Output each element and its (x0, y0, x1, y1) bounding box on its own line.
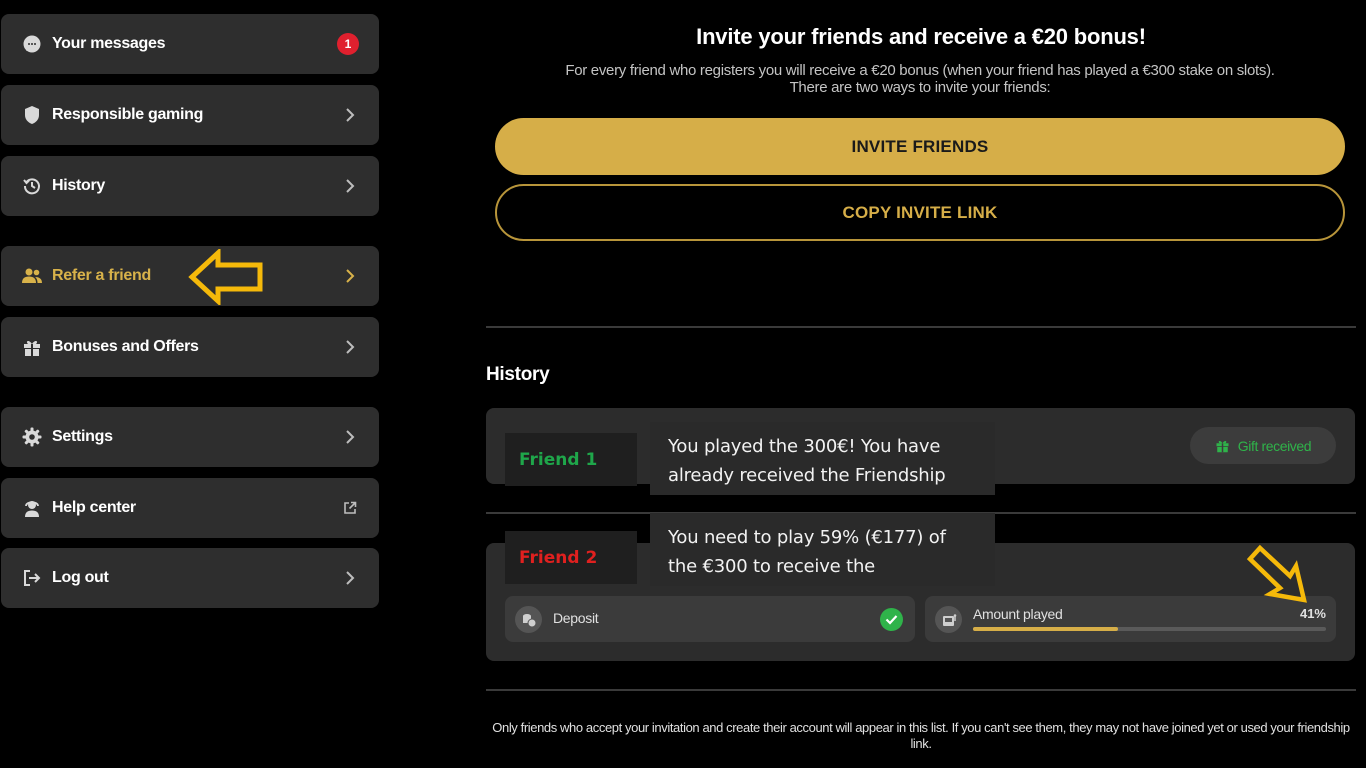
sidebar-item-bonuses-and-offers[interactable]: Bonuses and Offers (1, 317, 379, 377)
left-arrow-annotation-icon (188, 247, 264, 307)
coins-icon (515, 606, 542, 633)
friend-1-status-note: You played the 300€! You have already re… (650, 422, 995, 495)
sidebar-item-responsible-gaming[interactable]: Responsible gaming (1, 85, 379, 145)
shield-icon (21, 104, 43, 126)
sidebar-item-label: Bonuses and Offers (52, 338, 199, 355)
page-title: Invite your friends and receive a €20 bo… (696, 24, 1146, 49)
gift-icon (21, 336, 43, 358)
gift-icon (1215, 438, 1230, 453)
invite-friends-button[interactable]: INVITE FRIENDS (495, 118, 1345, 175)
chevron-right-icon (341, 569, 359, 587)
slot-machine-icon (935, 606, 962, 633)
sidebar-item-messages[interactable]: Your messages 1 (1, 14, 379, 74)
diagonal-arrow-annotation-icon (1246, 544, 1312, 606)
sidebar-item-help-center[interactable]: Help center (1, 478, 379, 538)
sidebar-item-label: Log out (52, 569, 109, 586)
gift-received-label: Gift received (1237, 437, 1312, 454)
logout-icon (21, 567, 43, 589)
friend-1-name: Friend 1 (519, 449, 598, 470)
progress-fill (973, 627, 1118, 631)
sidebar-item-label: Refer a friend (52, 267, 151, 284)
friend-2-label: Friend 2 (505, 531, 637, 584)
history-icon (21, 175, 43, 197)
copy-invite-link-button[interactable]: COPY INVITE LINK (495, 184, 1345, 241)
chevron-right-icon (341, 106, 359, 124)
check-icon (880, 608, 903, 631)
chevron-right-icon (341, 428, 359, 446)
external-link-icon (341, 499, 359, 517)
divider (486, 689, 1356, 691)
gift-received-badge: Gift received (1190, 427, 1336, 464)
gear-icon (21, 426, 43, 448)
divider (486, 326, 1356, 328)
progress-bar (973, 627, 1326, 631)
deposit-label: Deposit (553, 610, 599, 626)
unread-badge: 1 (337, 33, 359, 55)
sidebar-item-label: Your messages (52, 35, 166, 52)
friend-2-name: Friend 2 (519, 547, 598, 568)
progress-percent: 41% (1299, 606, 1326, 621)
sidebar-item-history[interactable]: History (1, 156, 379, 216)
friend-1-label: Friend 1 (505, 433, 637, 486)
chevron-right-icon (341, 338, 359, 356)
chevron-right-icon (341, 267, 359, 285)
sidebar-item-label: Settings (52, 428, 113, 445)
chevron-right-icon (341, 177, 359, 195)
sidebar-item-log-out[interactable]: Log out (1, 548, 379, 608)
chat-icon (21, 33, 43, 55)
support-agent-icon (21, 497, 43, 519)
list-footnote: Only friends who accept your invitation … (492, 720, 1350, 751)
sidebar-item-label: History (52, 177, 106, 194)
sidebar-item-settings[interactable]: Settings (1, 407, 379, 467)
sidebar-item-label: Help center (52, 499, 136, 516)
friend-2-status-note: You need to play 59% (€177) of the €300 … (650, 513, 995, 586)
amount-played-label: Amount played (973, 606, 1063, 622)
history-heading: History (486, 364, 550, 385)
sidebar-item-label: Responsible gaming (52, 106, 204, 123)
page-subtitle: For every friend who registers you will … (565, 62, 1275, 96)
deposit-step: Deposit (505, 596, 915, 642)
users-icon (21, 265, 43, 287)
